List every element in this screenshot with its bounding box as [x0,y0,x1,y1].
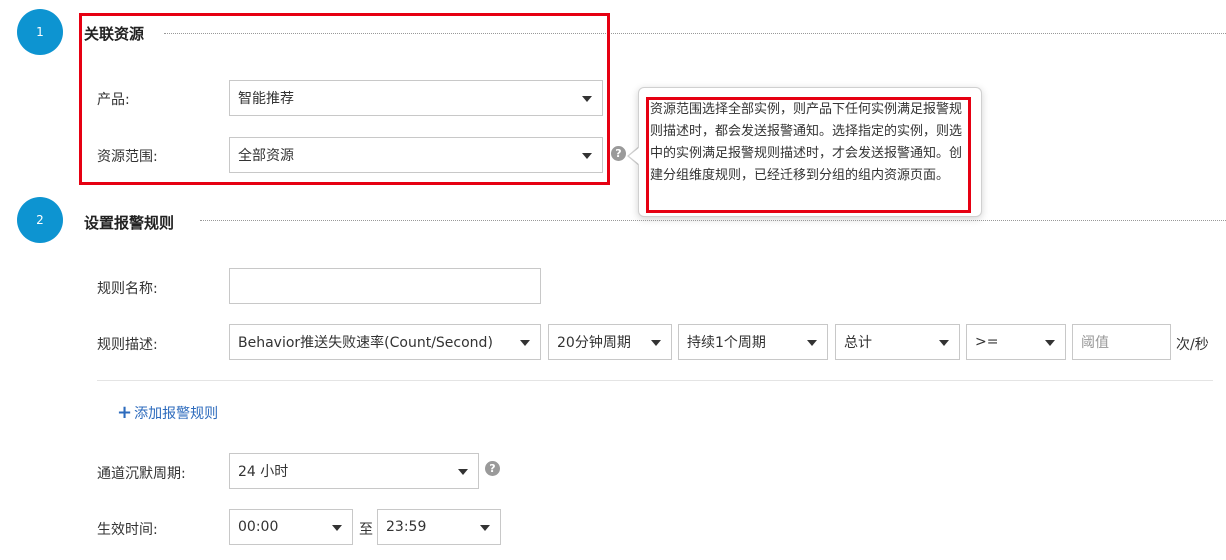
caret-down-icon [1045,340,1055,346]
caret-down-icon [458,469,468,475]
effective-start-select[interactable]: 00:00 [229,509,353,545]
caret-down-icon [651,340,661,346]
section-title-alarm-rules: 设置报警规则 [84,214,175,232]
rule-name-label: 规则名称: [97,281,158,297]
rule-divider [97,380,1213,381]
silence-period-select[interactable]: 24 小时 [229,453,479,489]
operator-select[interactable]: >= [966,324,1066,360]
caret-down-icon [582,96,592,102]
threshold-unit: 次/秒 [1176,337,1209,353]
metric-select[interactable]: Behavior推送失败速率(Count/Second) [229,324,541,360]
section-title-related-resources: 关联资源 [84,25,145,43]
step-number: 2 [36,213,44,227]
operator-value: >= [975,334,999,350]
metric-value: Behavior推送失败速率(Count/Second) [238,335,493,351]
caret-down-icon [480,525,490,531]
threshold-input[interactable]: 阈值 [1072,324,1171,360]
rule-name-input[interactable] [229,268,541,304]
add-alarm-rule-link[interactable]: + 添加报警规则 [117,403,218,423]
effective-end-value: 23:59 [386,519,427,535]
add-alarm-rule-label: 添加报警规则 [134,406,219,422]
aggregation-select[interactable]: 总计 [835,324,960,360]
caret-down-icon [939,340,949,346]
tooltip-arrow-inner [629,147,640,165]
step-2-badge: 2 [17,197,63,243]
period-select[interactable]: 20分钟周期 [548,324,672,360]
section-divider [164,33,1226,34]
rule-description-label: 规则描述: [97,337,158,353]
caret-down-icon [807,340,817,346]
question-icon[interactable]: ? [485,461,500,476]
effective-time-label: 生效时间: [97,522,158,538]
resource-scope-select[interactable]: 全部资源 [229,137,603,173]
threshold-placeholder: 阈值 [1081,335,1109,351]
duration-select[interactable]: 持续1个周期 [678,324,828,360]
aggregation-value: 总计 [844,335,872,351]
product-label: 产品: [97,92,130,108]
section-divider [200,220,1226,221]
caret-down-icon [582,153,592,159]
effective-to-label: 至 [359,522,373,538]
effective-start-value: 00:00 [238,519,279,535]
caret-down-icon [332,525,342,531]
plus-icon: + [117,402,133,423]
step-1-badge: 1 [17,9,63,55]
resource-scope-value: 全部资源 [238,148,294,164]
duration-value: 持续1个周期 [687,335,766,351]
step-number: 1 [36,25,44,39]
scope-tooltip-text: 资源范围选择全部实例，则产品下任何实例满足报警规则描述时，都会发送报警通知。选择… [650,102,963,183]
silence-period-label: 通道沉默周期: [97,466,186,482]
effective-end-select[interactable]: 23:59 [377,509,501,545]
period-value: 20分钟周期 [557,335,631,351]
product-select[interactable]: 智能推荐 [229,80,603,116]
silence-period-value: 24 小时 [238,464,289,480]
caret-down-icon [520,340,530,346]
question-icon[interactable]: ? [611,146,626,161]
resource-scope-label: 资源范围: [97,149,158,165]
product-select-value: 智能推荐 [238,91,294,107]
